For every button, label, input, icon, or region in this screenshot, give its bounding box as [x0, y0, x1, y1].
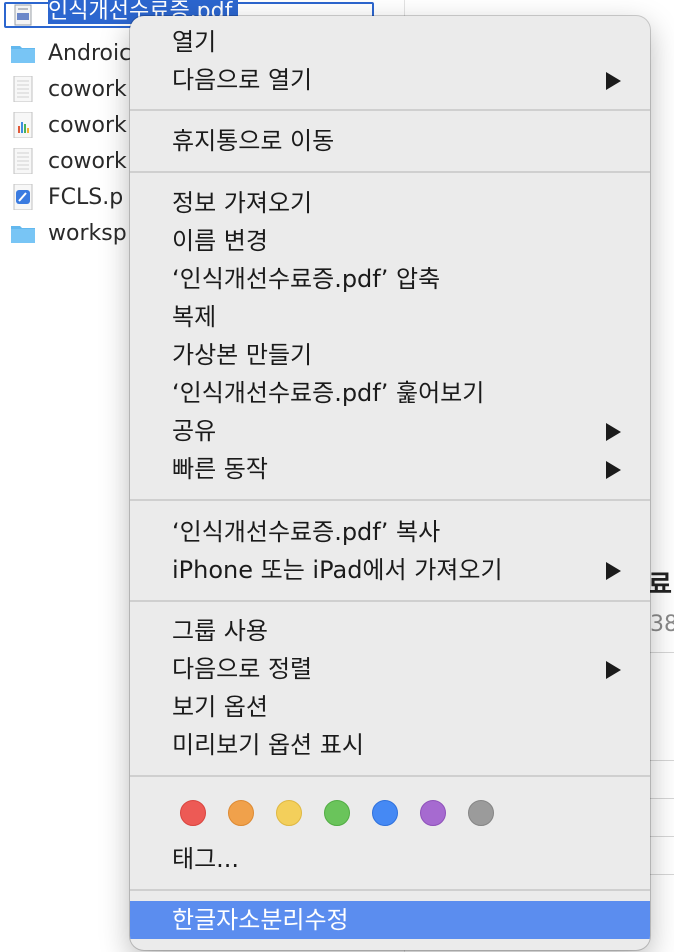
tag-yellow-dot[interactable] — [276, 800, 302, 826]
menu-separator — [130, 775, 650, 777]
menu-item-label: 정보 가져오기 — [172, 189, 313, 217]
submenu-arrow-icon — [606, 562, 621, 580]
menu-item-label: 빠른 동작 — [172, 455, 268, 483]
menu-item-quick-look[interactable]: ‘인식개선수료증.pdf’ 훑어보기 — [130, 374, 650, 412]
menu-item-open-with[interactable]: 다음으로 열기 — [130, 61, 650, 99]
menu-item-label: 가상본 만들기 — [172, 341, 313, 369]
file-name: cowork — [48, 148, 127, 174]
folder-icon — [11, 46, 35, 63]
spreadsheet-file-icon — [13, 148, 33, 174]
menu-item-label: 열기 — [172, 28, 217, 56]
divider-line — [650, 874, 674, 875]
file-name: Androic — [48, 40, 132, 66]
submenu-arrow-icon — [606, 423, 621, 441]
submenu-arrow-icon — [606, 661, 621, 679]
menu-item-sort-by[interactable]: 다음으로 정렬 — [130, 650, 650, 688]
app-file-icon — [13, 184, 33, 210]
menu-item-quick-actions[interactable]: 빠른 동작 — [130, 450, 650, 488]
menu-item-open[interactable]: 열기 — [130, 23, 650, 61]
menu-separator — [130, 499, 650, 501]
divider-line — [650, 652, 674, 653]
menu-separator — [130, 171, 650, 173]
menu-item-label: 그룹 사용 — [172, 617, 268, 645]
submenu-arrow-icon — [606, 461, 621, 479]
menu-item-move-to-trash[interactable]: 휴지통으로 이동 — [130, 122, 650, 160]
menu-item-import-from-iphone[interactable]: iPhone 또는 iPad에서 가져오기 — [130, 551, 650, 589]
menu-item-copy[interactable]: ‘인식개선수료증.pdf’ 복사 — [130, 513, 650, 551]
spreadsheet-file-icon — [13, 76, 33, 102]
menu-separator — [130, 109, 650, 111]
preview-subtitle-fragment: 38 — [650, 612, 674, 637]
menu-item-make-alias[interactable]: 가상본 만들기 — [130, 336, 650, 374]
tag-blue-dot[interactable] — [372, 800, 398, 826]
menu-item-tags[interactable]: 태그... — [130, 840, 650, 878]
context-menu: 열기 다음으로 열기 휴지통으로 이동 정보 가져오기 이름 변경 ‘인식개선수… — [130, 16, 650, 950]
menu-item-get-info[interactable]: 정보 가져오기 — [130, 184, 650, 222]
menu-item-label: ‘인식개선수료증.pdf’ 복사 — [172, 518, 441, 546]
menu-item-label: iPhone 또는 iPad에서 가져오기 — [172, 556, 503, 584]
file-name: cowork — [48, 112, 127, 138]
menu-item-duplicate[interactable]: 복제 — [130, 298, 650, 336]
file-name: cowork — [48, 76, 127, 102]
divider-line — [650, 798, 674, 799]
menu-separator — [130, 889, 650, 891]
preview-title-fragment: 료 — [648, 570, 672, 600]
menu-item-label: 복제 — [172, 303, 217, 331]
submenu-arrow-icon — [606, 72, 621, 90]
divider-line — [650, 760, 674, 761]
menu-item-label: 다음으로 열기 — [172, 66, 313, 94]
tag-purple-dot[interactable] — [420, 800, 446, 826]
menu-item-compress[interactable]: ‘인식개선수료증.pdf’ 압축 — [130, 260, 650, 298]
tag-gray-dot[interactable] — [468, 800, 494, 826]
pdf-file-icon — [14, 4, 32, 26]
menu-item-label: 태그... — [172, 845, 240, 873]
file-name: FCLS.p — [48, 184, 124, 210]
divider-line — [650, 836, 674, 837]
tag-orange-dot[interactable] — [228, 800, 254, 826]
menu-item-label: 미리보기 옵션 표시 — [172, 731, 364, 759]
menu-item-share[interactable]: 공유 — [130, 412, 650, 450]
tag-red-dot[interactable] — [180, 800, 206, 826]
menu-item-label: 다음으로 정렬 — [172, 655, 313, 683]
tag-green-dot[interactable] — [324, 800, 350, 826]
menu-item-use-groups[interactable]: 그룹 사용 — [130, 612, 650, 650]
menu-separator — [130, 600, 650, 602]
file-name: worksp — [48, 220, 127, 246]
menu-item-show-preview-options[interactable]: 미리보기 옵션 표시 — [130, 726, 650, 764]
menu-item-label: 한글자소분리수정 — [172, 906, 349, 934]
chart-file-icon — [13, 112, 33, 138]
menu-item-label: ‘인식개선수료증.pdf’ 압축 — [172, 265, 441, 293]
menu-item-label: 보기 옵션 — [172, 693, 268, 721]
folder-icon — [11, 226, 35, 243]
menu-item-label: 휴지통으로 이동 — [172, 127, 335, 155]
menu-item-label: 공유 — [172, 417, 217, 445]
menu-item-label: ‘인식개선수료증.pdf’ 훑어보기 — [172, 379, 485, 407]
menu-item-view-options[interactable]: 보기 옵션 — [130, 688, 650, 726]
menu-item-label: 이름 변경 — [172, 227, 268, 255]
menu-item-service-hangul-fix[interactable]: 한글자소분리수정 — [130, 901, 650, 939]
menu-item-rename[interactable]: 이름 변경 — [130, 222, 650, 260]
